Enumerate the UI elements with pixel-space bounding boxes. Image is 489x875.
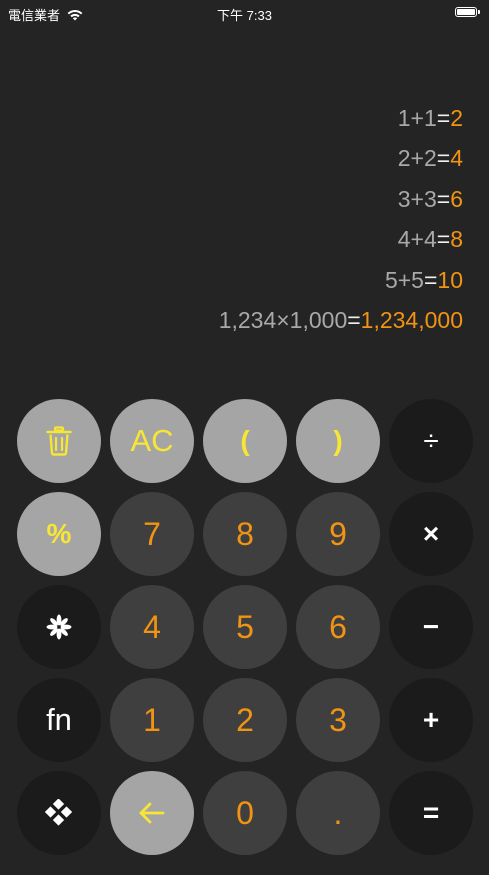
digit-9-button[interactable]: 9 [296,492,380,576]
history-equals: = [436,226,451,253]
history-expression: 4+4 [397,226,437,253]
history-line: 3+3=6 [219,179,463,219]
digit-5-button[interactable]: 5 [203,585,287,669]
history-line: 4+4=8 [219,219,463,259]
minus-label: − [422,611,440,642]
history-line: 1,234×1,000=1,234,000 [219,300,463,340]
equals-label: = [422,797,440,828]
open-paren-label: ( [240,425,250,456]
digit-6-button[interactable]: 6 [296,585,380,669]
battery-tip [478,10,480,14]
scientific-button[interactable] [17,585,101,669]
decimal-label: . [333,794,343,831]
digit-4-label: 4 [143,608,161,645]
history-result: 10 [437,266,463,293]
digit-4-button[interactable]: 4 [110,585,194,669]
digit-3-button[interactable]: 3 [296,678,380,762]
history-expression: 2+2 [397,145,437,172]
equals-button[interactable]: = [389,771,473,855]
digit-0-label: 0 [236,794,254,831]
history-line: 2+2=4 [219,138,463,178]
history-line: 1+1=2 [219,98,463,138]
backspace-button[interactable] [110,771,194,855]
function-button[interactable]: fn [17,678,101,762]
history-result: 1,234,000 [360,306,463,333]
asterisk-icon [46,614,72,640]
history-equals: = [347,306,361,333]
digit-5-label: 5 [236,608,254,645]
divide-label: ÷ [423,425,439,456]
history-expression: 1,234×1,000 [218,306,348,333]
delete-history-button[interactable] [17,399,101,483]
close-paren-button[interactable]: ) [296,399,380,483]
digit-1-label: 1 [143,701,161,738]
history-result: 8 [450,226,463,253]
divide-button[interactable]: ÷ [389,399,473,483]
history-expression: 3+3 [397,185,437,212]
history-equals: = [423,266,438,293]
history-expression: 1+1 [397,105,437,131]
keypad: AC ( ) ÷ % 7 8 9 × 4 5 6 − fn 1 2 3 + 0 … [17,399,477,859]
history-expression: 5+5 [384,266,424,293]
trash-icon [46,426,72,456]
history-equals: = [436,105,451,131]
digit-8-label: 8 [236,515,254,552]
decimal-button[interactable]: . [296,771,380,855]
history-line: 5+5=10 [219,260,463,300]
left-arrow-icon [139,802,165,824]
percent-label: % [46,518,72,549]
multiply-label: × [422,518,440,549]
digit-7-button[interactable]: 7 [110,492,194,576]
digit-3-label: 3 [329,701,347,738]
history-display: 1+1=2 2+2=4 3+3=6 4+4=8 5+5=10 1,234×1,0… [219,98,463,340]
history-result: 2 [450,105,463,131]
close-paren-label: ) [333,425,343,456]
more-functions-button[interactable] [17,771,101,855]
digit-0-button[interactable]: 0 [203,771,287,855]
digit-2-label: 2 [236,701,254,738]
digit-1-button[interactable]: 1 [110,678,194,762]
plus-button[interactable]: + [389,678,473,762]
digit-8-button[interactable]: 8 [203,492,287,576]
history-result: 4 [450,145,463,172]
digit-9-label: 9 [329,515,347,552]
function-label: fn [46,702,72,737]
percent-button[interactable]: % [17,492,101,576]
digit-7-label: 7 [143,515,161,552]
all-clear-button[interactable]: AC [110,399,194,483]
status-time: 下午 7:33 [217,8,272,23]
history-result: 6 [450,185,463,212]
digit-6-label: 6 [329,608,347,645]
multiply-button[interactable]: × [389,492,473,576]
history-equals: = [436,145,451,172]
minus-button[interactable]: − [389,585,473,669]
open-paren-button[interactable]: ( [203,399,287,483]
four-diamond-icon [45,799,73,826]
digit-2-button[interactable]: 2 [203,678,287,762]
status-bar: 電信業者 下午 7:33 [0,0,489,26]
all-clear-label: AC [130,423,174,458]
history-equals: = [436,185,451,212]
calculator-screen: 電信業者 下午 7:33 1+1=2 2+2=4 3+3=6 4+4=8 5+5… [0,0,489,875]
battery-icon [455,7,477,17]
plus-label: + [422,704,440,735]
